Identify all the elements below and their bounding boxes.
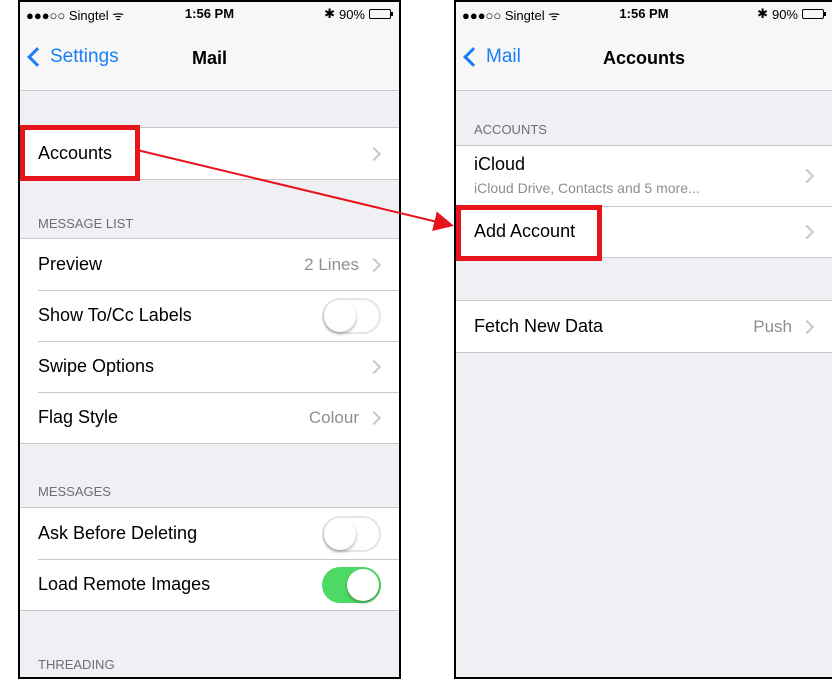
annotation-arrow: [136, 149, 454, 231]
arrow-line: [136, 149, 454, 231]
